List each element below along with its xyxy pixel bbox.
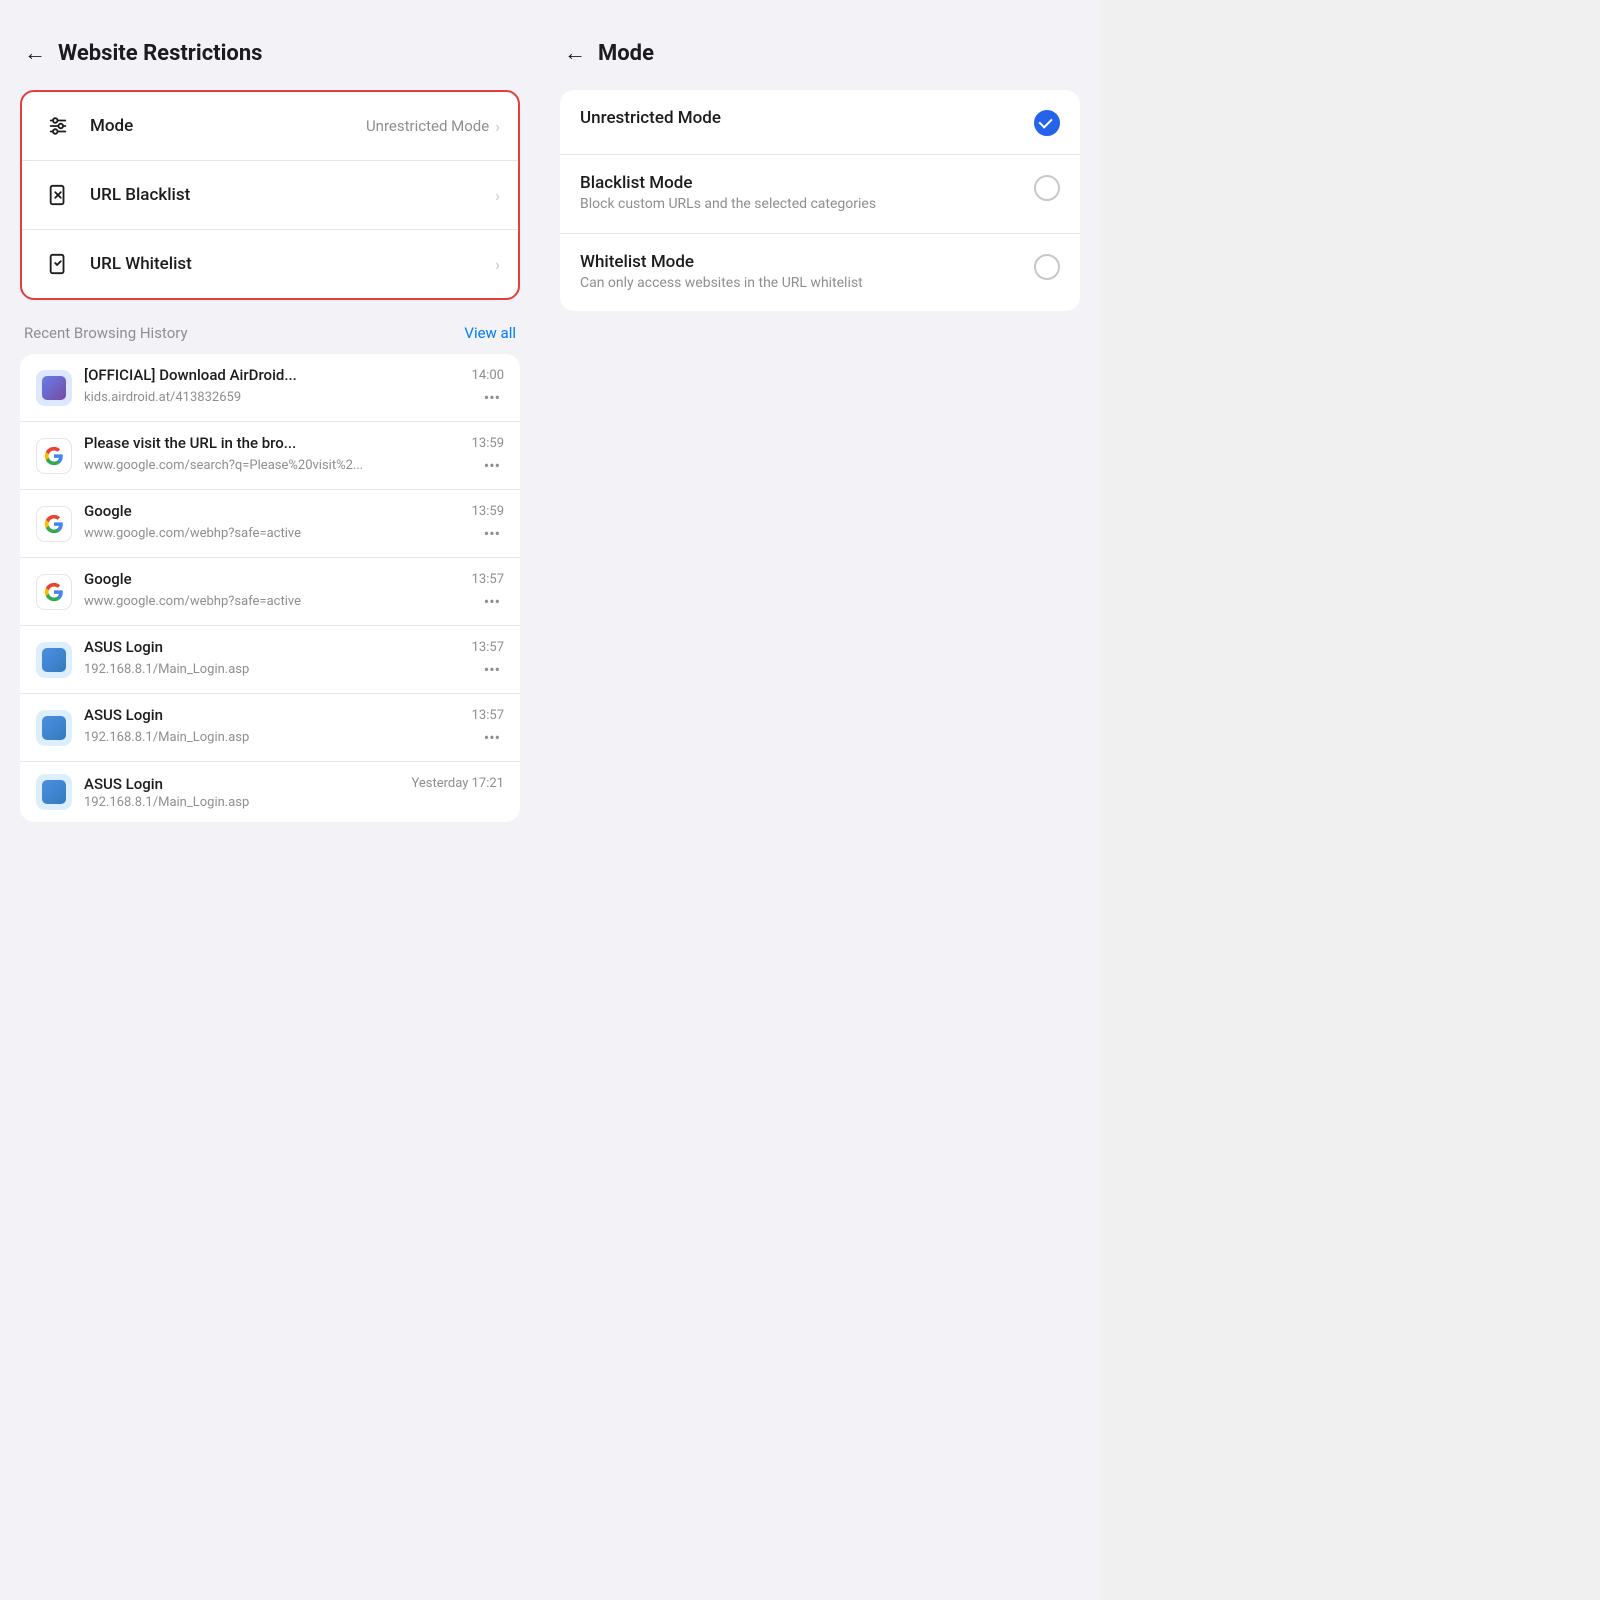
right-panel-header: ← Mode <box>560 40 1080 66</box>
unrestricted-mode-label: Unrestricted Mode <box>580 108 1034 128</box>
history-url: www.google.com/webhp?safe=active <box>84 594 301 609</box>
asus-icon <box>36 642 72 678</box>
history-section-header: Recent Browsing History View all <box>20 324 520 342</box>
google-icon <box>36 438 72 474</box>
whitelist-mode-desc: Can only access websites in the URL whit… <box>580 274 1034 294</box>
blacklist-mode-item[interactable]: Blacklist Mode Block custom URLs and the… <box>560 154 1080 233</box>
asus-icon <box>36 774 72 810</box>
blacklist-mode-desc: Block custom URLs and the selected categ… <box>580 195 1034 215</box>
mode-label: Mode <box>90 116 366 136</box>
left-panel-title: Website Restrictions <box>58 41 262 66</box>
blacklist-mode-label: Blacklist Mode <box>580 173 1034 193</box>
history-content: Google 13:57 www.google.com/webhp?safe=a… <box>84 570 504 613</box>
history-section-label: Recent Browsing History <box>24 324 188 342</box>
mode-selection-card: Unrestricted Mode Blacklist Mode Block c… <box>560 90 1080 311</box>
mode-settings-item[interactable]: Mode Unrestricted Mode › <box>22 92 518 160</box>
url-blacklist-label: URL Blacklist <box>90 185 495 205</box>
history-content: ASUS Login 13:57 192.168.8.1/Main_Login.… <box>84 706 504 749</box>
history-content: Google 13:59 www.google.com/webhp?safe=a… <box>84 502 504 545</box>
history-title: Please visit the URL in the bro... <box>84 434 296 452</box>
whitelist-mode-radio[interactable] <box>1034 254 1060 280</box>
blacklist-mode-radio[interactable] <box>1034 175 1060 201</box>
history-time: 13:59 <box>472 436 504 451</box>
history-url: 192.168.8.1/Main_Login.asp <box>84 795 249 810</box>
history-url: 192.168.8.1/Main_Login.asp <box>84 730 249 745</box>
history-time: 13:57 <box>472 572 504 587</box>
url-blacklist-chevron: › <box>495 186 500 205</box>
history-time: 13:57 <box>472 640 504 655</box>
history-title: ASUS Login <box>84 706 163 724</box>
history-content: [OFFICIAL] Download AirDroid... 14:00 ki… <box>84 366 504 409</box>
whitelist-mode-label: Whitelist Mode <box>580 252 1034 272</box>
right-back-button[interactable]: ← <box>564 40 586 66</box>
unrestricted-mode-text: Unrestricted Mode <box>580 108 1034 130</box>
history-title: ASUS Login <box>84 638 163 656</box>
mode-chevron: › <box>495 117 500 136</box>
history-item[interactable]: Google 13:59 www.google.com/webhp?safe=a… <box>20 489 520 557</box>
history-title: Google <box>84 502 132 520</box>
unrestricted-mode-item[interactable]: Unrestricted Mode <box>560 90 1080 154</box>
history-content: ASUS Login 13:57 192.168.8.1/Main_Login.… <box>84 638 504 681</box>
history-item[interactable]: Please visit the URL in the bro... 13:59… <box>20 421 520 489</box>
left-panel-header: ← Website Restrictions <box>20 40 520 66</box>
airdroid-icon <box>36 370 72 406</box>
history-item[interactable]: ASUS Login 13:57 192.168.8.1/Main_Login.… <box>20 625 520 693</box>
more-options-button[interactable]: ••• <box>480 454 504 477</box>
left-panel: ← Website Restrictions Mode Unrestricted… <box>0 0 540 1600</box>
history-title: ASUS Login <box>84 775 163 793</box>
right-panel-title: Mode <box>598 41 654 66</box>
asus-icon <box>36 710 72 746</box>
more-options-button[interactable]: ••• <box>480 386 504 409</box>
history-title: [OFFICIAL] Download AirDroid... <box>84 366 297 384</box>
sliders-icon <box>40 108 76 144</box>
history-item[interactable]: ASUS Login 13:57 192.168.8.1/Main_Login.… <box>20 693 520 761</box>
more-options-button[interactable]: ••• <box>480 658 504 681</box>
history-time: 13:59 <box>472 504 504 519</box>
settings-card: Mode Unrestricted Mode › URL Blacklist › <box>20 90 520 300</box>
history-url: www.google.com/search?q=Please%20visit%2… <box>84 458 363 473</box>
url-whitelist-label: URL Whitelist <box>90 254 495 274</box>
url-whitelist-chevron: › <box>495 255 500 274</box>
history-card: [OFFICIAL] Download AirDroid... 14:00 ki… <box>20 354 520 822</box>
history-time: Yesterday 17:21 <box>412 776 505 791</box>
left-back-button[interactable]: ← <box>24 40 46 66</box>
more-options-button[interactable]: ••• <box>480 726 504 749</box>
more-options-button[interactable]: ••• <box>480 522 504 545</box>
unrestricted-mode-radio[interactable] <box>1034 110 1060 136</box>
blacklist-icon <box>40 177 76 213</box>
history-content: ASUS Login Yesterday 17:21 192.168.8.1/M… <box>84 775 504 810</box>
history-item[interactable]: ASUS Login Yesterday 17:21 192.168.8.1/M… <box>20 761 520 822</box>
more-options-button[interactable]: ••• <box>480 590 504 613</box>
right-panel: ← Mode Unrestricted Mode Blacklist Mode … <box>540 0 1100 1600</box>
view-all-button[interactable]: View all <box>464 324 516 342</box>
blacklist-mode-text: Blacklist Mode Block custom URLs and the… <box>580 173 1034 215</box>
google-icon <box>36 506 72 542</box>
history-url: kids.airdroid.at/413832659 <box>84 390 241 405</box>
history-title: Google <box>84 570 132 588</box>
history-content: Please visit the URL in the bro... 13:59… <box>84 434 504 477</box>
google-icon <box>36 574 72 610</box>
history-time: 13:57 <box>472 708 504 723</box>
history-item[interactable]: Google 13:57 www.google.com/webhp?safe=a… <box>20 557 520 625</box>
history-item[interactable]: [OFFICIAL] Download AirDroid... 14:00 ki… <box>20 354 520 421</box>
whitelist-mode-item[interactable]: Whitelist Mode Can only access websites … <box>560 233 1080 312</box>
url-whitelist-item[interactable]: URL Whitelist › <box>22 229 518 298</box>
history-url: www.google.com/webhp?safe=active <box>84 526 301 541</box>
history-url: 192.168.8.1/Main_Login.asp <box>84 662 249 677</box>
whitelist-mode-text: Whitelist Mode Can only access websites … <box>580 252 1034 294</box>
history-time: 14:00 <box>472 368 504 383</box>
mode-value: Unrestricted Mode <box>366 117 489 135</box>
url-blacklist-item[interactable]: URL Blacklist › <box>22 160 518 229</box>
whitelist-icon <box>40 246 76 282</box>
